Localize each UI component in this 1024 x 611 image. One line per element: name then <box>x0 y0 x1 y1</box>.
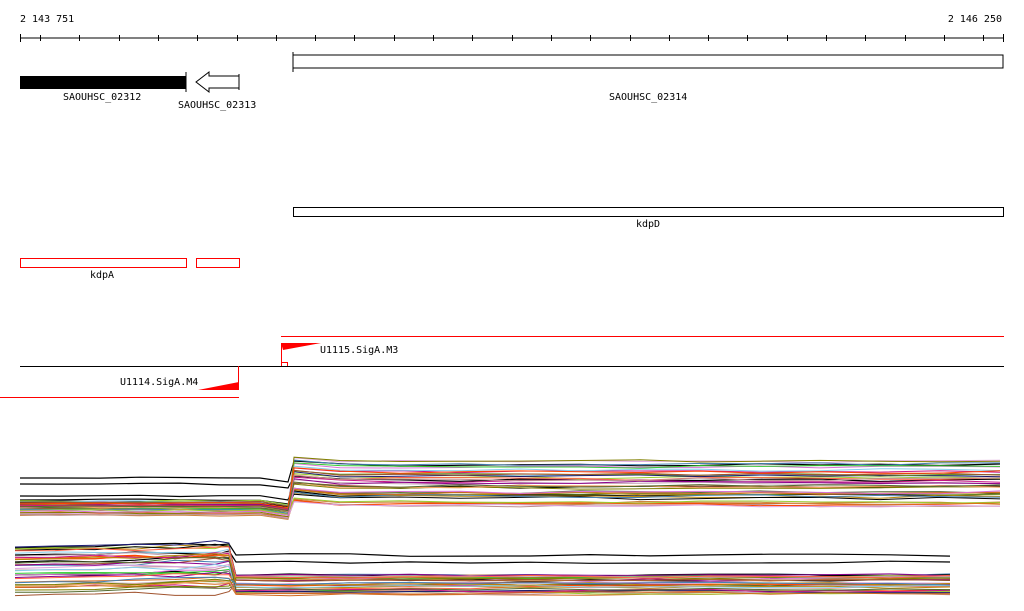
gene-label-saouhsc-02312[interactable]: SAOUHSC_02312 <box>63 92 141 103</box>
gene-saouhsc-02312[interactable] <box>20 76 186 89</box>
tu-label-u1114[interactable]: U1114.SigA.M4 <box>120 377 198 388</box>
gene-track <box>20 52 1004 94</box>
tu-u1114-promoter-icon <box>198 382 239 390</box>
operon-track <box>20 207 1004 268</box>
genome-browser-view: 2 143 751 2 146 250 SAOUHSC_02312 SAOUHS… <box>0 0 1024 611</box>
ruler-start-label: 2 143 751 <box>20 14 75 25</box>
gene-saouhsc-02313-arrow[interactable] <box>195 70 240 94</box>
tu-u1115-promoter-icon <box>281 343 321 350</box>
gene-label-saouhsc-02314[interactable]: SAOUHSC_02314 <box>609 92 687 103</box>
feature-kdpd[interactable] <box>293 207 1004 217</box>
tu-label-u1115[interactable]: U1115.SigA.M3 <box>320 345 398 356</box>
expression-trace <box>14 554 951 587</box>
feature-label-kdpa[interactable]: kdpA <box>90 270 114 281</box>
feature-kdpa-1[interactable] <box>20 258 187 268</box>
expression-traces-plus-strand <box>19 456 1001 521</box>
gene-saouhsc-02314[interactable] <box>292 52 1004 72</box>
ruler-end-label: 2 146 250 <box>947 14 1002 25</box>
tracks-canvas <box>0 34 1004 597</box>
tu-marker <box>281 362 288 367</box>
feature-label-kdpd[interactable]: kdpD <box>636 219 660 230</box>
coordinate-ruler <box>20 34 1004 42</box>
expression-traces-minus-strand <box>14 540 951 597</box>
feature-kdpa-2[interactable] <box>196 258 240 268</box>
transcription-unit-track <box>0 336 1004 398</box>
gene-label-saouhsc-02313[interactable]: SAOUHSC_02313 <box>178 100 256 111</box>
